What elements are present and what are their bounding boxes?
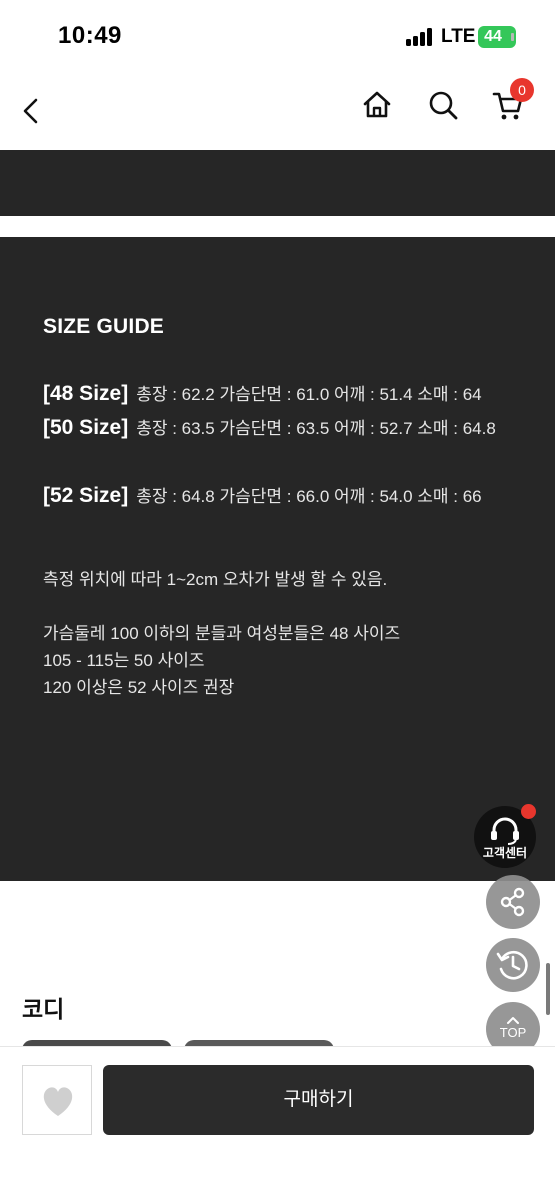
wishlist-button[interactable] bbox=[22, 1065, 92, 1135]
size-label: [48 Size] bbox=[43, 382, 129, 405]
size-entry: [50 Size] 총장 : 63.5 가슴단면 : 63.5 어깨 : 52.7… bbox=[43, 411, 513, 446]
size-label: [52 Size] bbox=[43, 484, 129, 507]
scroll-indicator bbox=[546, 963, 550, 1015]
share-button[interactable] bbox=[486, 875, 540, 929]
size-guide-section: SIZE GUIDE [48 Size] 총장 : 62.2 가슴단면 : 61.… bbox=[0, 237, 555, 881]
signal-icon bbox=[406, 28, 436, 46]
search-button[interactable] bbox=[426, 88, 460, 122]
notification-dot bbox=[521, 804, 536, 819]
scroll-top-label: TOP bbox=[499, 1025, 527, 1040]
history-icon bbox=[496, 950, 528, 980]
cart-count-badge: 0 bbox=[510, 78, 534, 102]
heart-icon bbox=[43, 1087, 73, 1116]
size-measurements: 총장 : 63.5 가슴단면 : 63.5 어깨 : 52.7 소매 : 64.… bbox=[136, 419, 496, 438]
size-label: [50 Size] bbox=[43, 416, 129, 439]
size-measurements: 총장 : 64.8 가슴단면 : 66.0 어깨 : 54.0 소매 : 66 bbox=[136, 487, 482, 506]
product-image-band bbox=[0, 150, 555, 216]
size-measurements: 총장 : 62.2 가슴단면 : 61.0 어깨 : 51.4 소매 : 64 bbox=[136, 385, 482, 404]
home-button[interactable] bbox=[360, 88, 394, 122]
back-icon bbox=[23, 98, 38, 124]
recent-history-button[interactable] bbox=[486, 938, 540, 992]
size-recommendation: 105 - 115는 50 사이즈 bbox=[43, 651, 205, 670]
battery-icon: 44 bbox=[478, 26, 516, 48]
size-entry: [52 Size] 총장 : 64.8 가슴단면 : 66.0 어깨 : 54.0… bbox=[43, 479, 513, 514]
status-bar: 10:49 LTE 44 bbox=[0, 0, 555, 72]
measurement-note: 측정 위치에 따라 1~2cm 오차가 발생 할 수 있음. bbox=[43, 570, 388, 589]
status-time: 10:49 bbox=[58, 22, 122, 49]
buy-button[interactable]: 구매하기 bbox=[103, 1065, 534, 1135]
search-icon bbox=[429, 91, 458, 120]
size-recommendation: 가슴둘레 100 이하의 분들과 여성분들은 48 사이즈 bbox=[43, 624, 401, 643]
share-icon bbox=[500, 887, 525, 917]
coordination-title: 코디 bbox=[22, 996, 65, 1022]
nav-header: 0 bbox=[0, 72, 555, 150]
customer-center-label: 고객센터 bbox=[482, 846, 528, 860]
back-button[interactable] bbox=[16, 96, 46, 126]
network-label: LTE bbox=[441, 26, 476, 47]
size-entry: [48 Size] 총장 : 62.2 가슴단면 : 61.0 어깨 : 51.4… bbox=[43, 377, 513, 412]
battery-level: 44 bbox=[484, 28, 502, 45]
size-guide-title: SIZE GUIDE bbox=[43, 315, 165, 338]
size-recommendation: 120 이상은 52 사이즈 권장 bbox=[43, 678, 235, 697]
home-icon bbox=[363, 91, 391, 118]
purchase-bar: 구매하기 bbox=[0, 1046, 555, 1200]
